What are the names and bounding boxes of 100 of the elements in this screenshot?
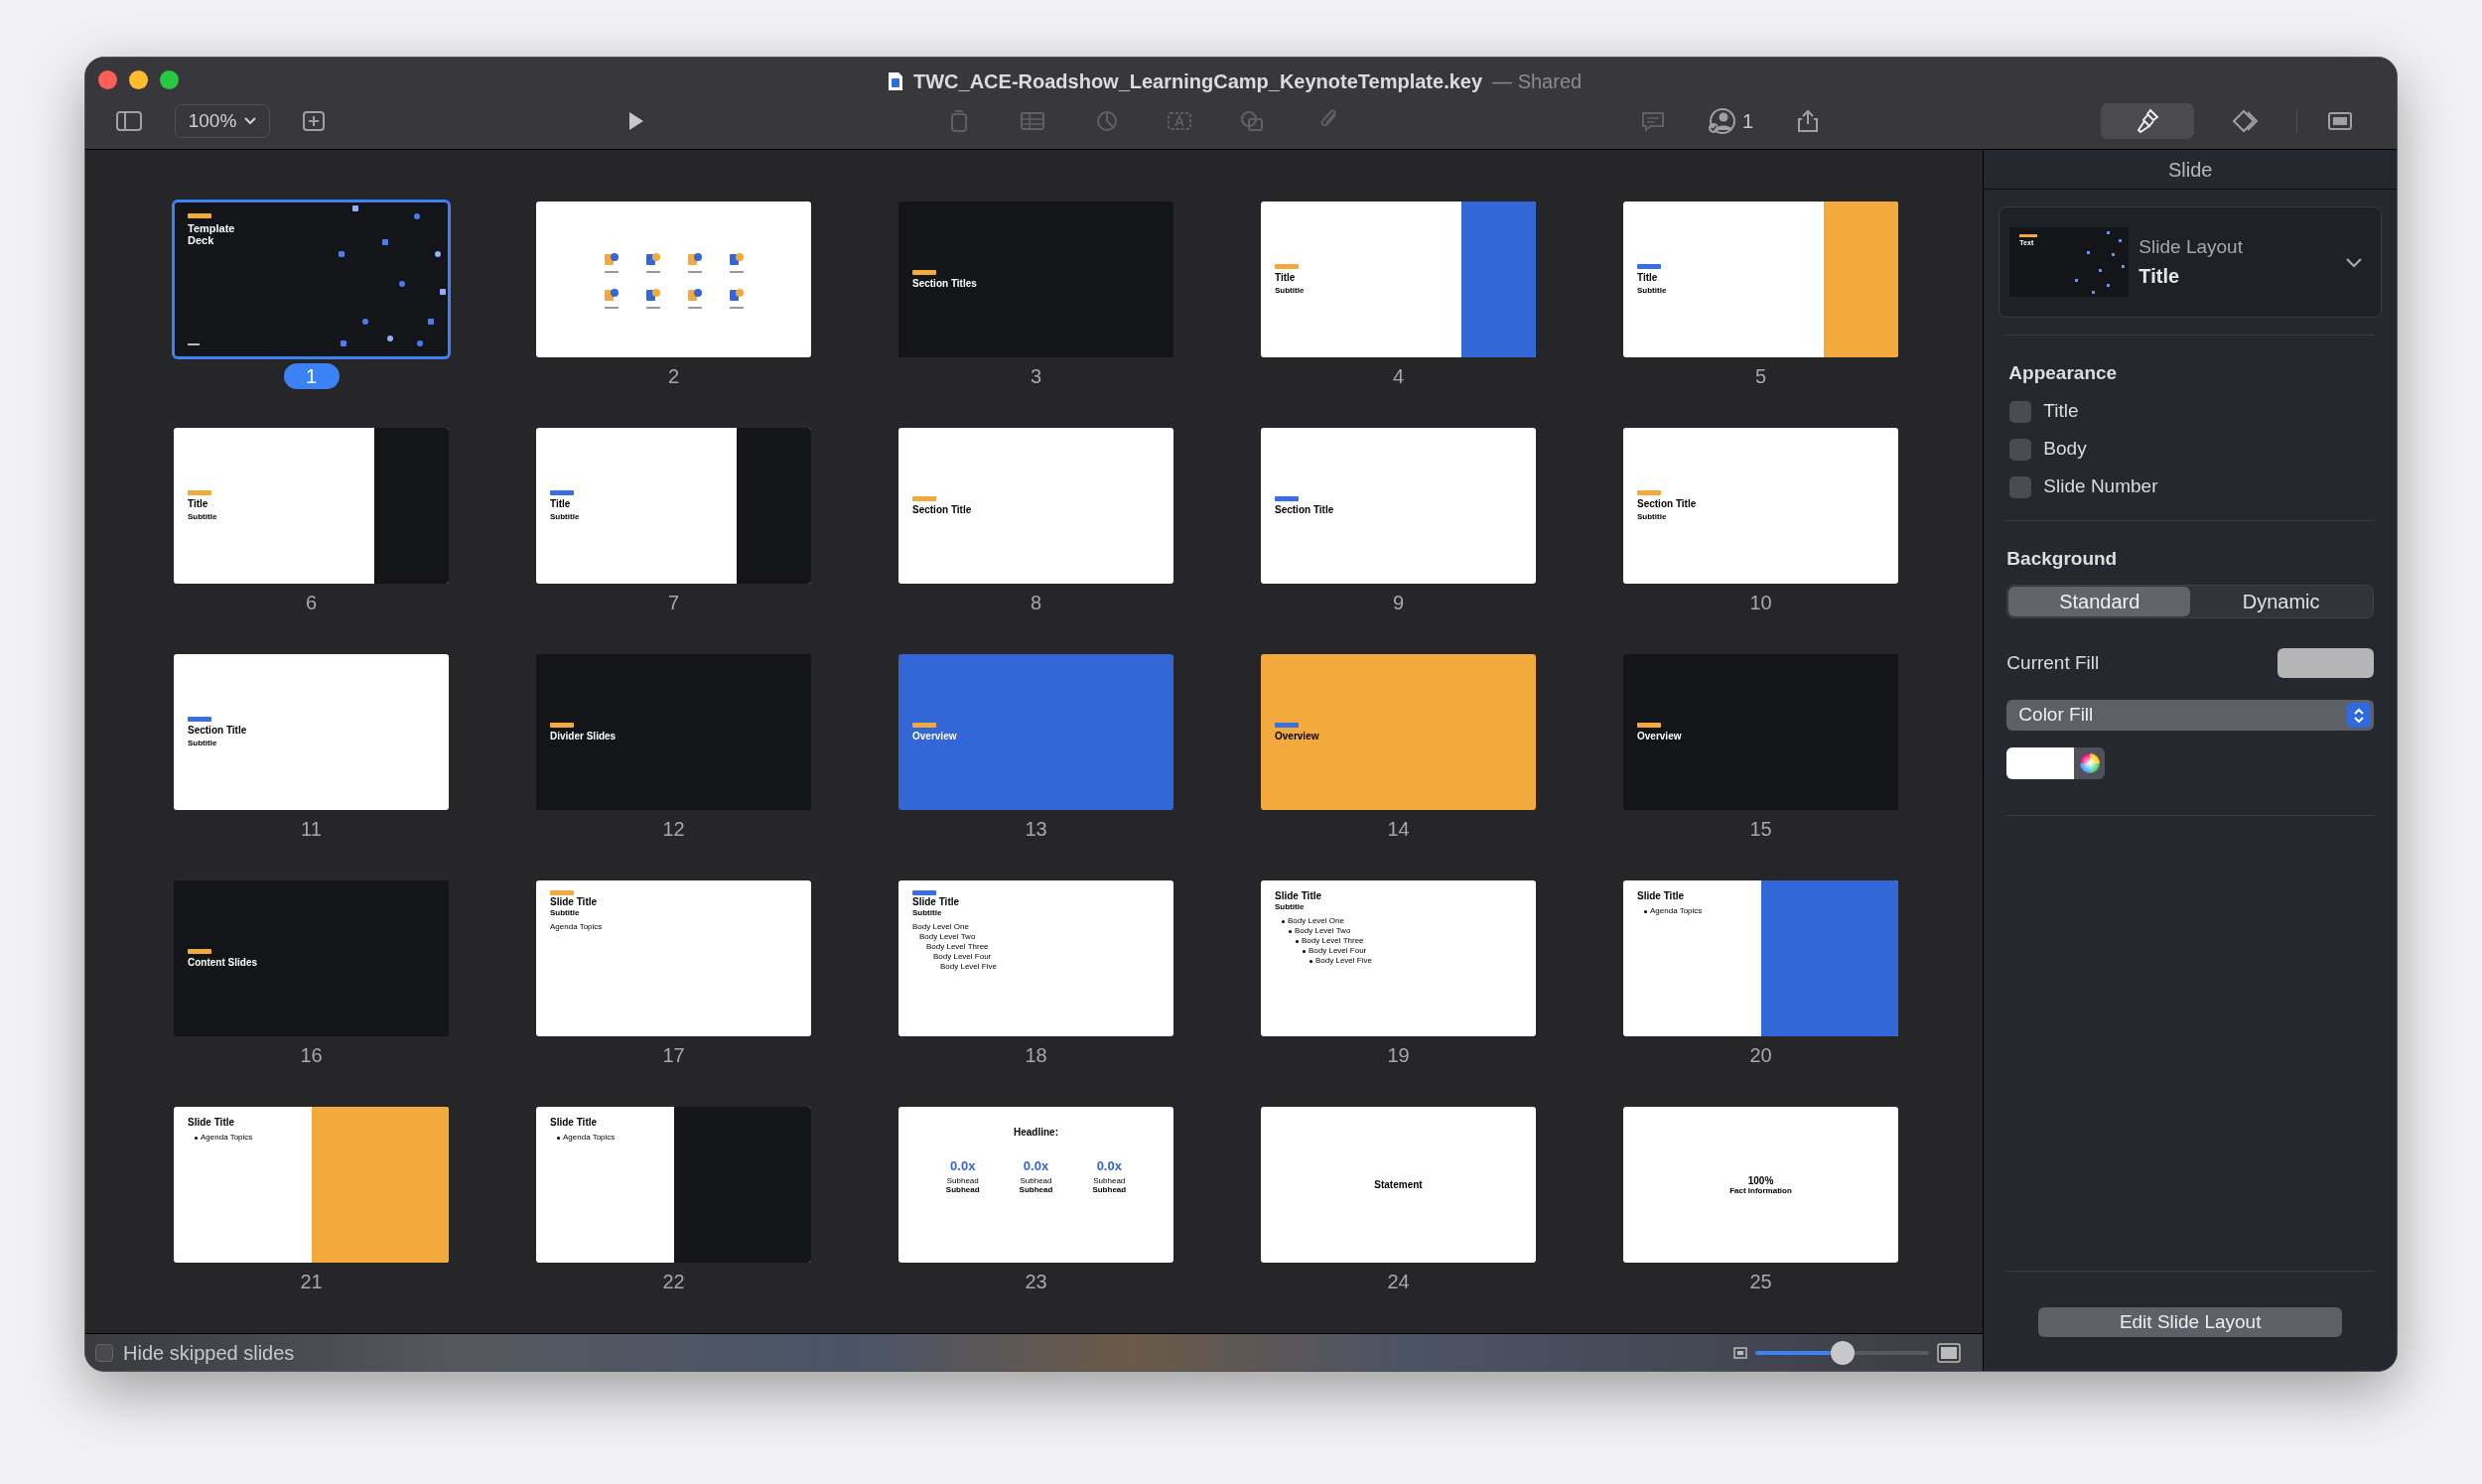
small-thumbnail-icon: [1733, 1346, 1748, 1359]
slide-title: Title: [1275, 272, 1297, 283]
slide-title: Template Deck: [188, 222, 236, 246]
hide-skipped-checkbox[interactable]: Hide skipped slides: [95, 1337, 295, 1368]
slide-title: Content Slides: [188, 957, 258, 968]
slide-thumbnail[interactable]: Section Title Subtitle: [174, 654, 449, 810]
slide-thumbnail[interactable]: Headline: 0.0x Subhead Subhead 0.0x Subhead Subhead 0.0x Subhead Subhead: [898, 1107, 1173, 1263]
slide-title: Headline:: [1014, 1126, 1058, 1140]
illustration-icon: [686, 250, 703, 267]
slide-thumbnail[interactable]: Overview: [1623, 654, 1898, 810]
slide-thumbnail[interactable]: Title Subtitle: [1261, 202, 1536, 357]
slide-thumbnail[interactable]: Section Title: [898, 428, 1173, 584]
slide-subtitle: Subtitle: [188, 739, 218, 747]
animate-diamond-icon[interactable]: [2230, 109, 2260, 133]
slide-thumbnail[interactable]: [536, 202, 811, 357]
bullet-text: Body Level Five: [1315, 956, 1372, 966]
current-fill-swatch[interactable]: [2277, 648, 2374, 678]
caption-line: [604, 270, 619, 273]
slide-number: 23: [1025, 1270, 1047, 1294]
size-slider-thumb[interactable]: [1830, 1340, 1855, 1365]
segment-button[interactable]: Dynamic: [2190, 587, 2372, 616]
caption-line: [604, 306, 619, 309]
slide-thumbnail[interactable]: Title Subtitle: [174, 428, 449, 584]
bullet-text: Agenda Topics: [550, 922, 603, 932]
checkbox[interactable]: Slide Number: [2009, 472, 2371, 501]
slide-subtitle: Subtitle: [1637, 512, 1668, 521]
slide-thumbnail[interactable]: Divider Slides: [536, 654, 811, 810]
illustration-icon: [686, 286, 703, 303]
checkbox[interactable]: Body: [2009, 435, 2371, 464]
add-slide-icon[interactable]: [300, 109, 328, 133]
zoom-button[interactable]: [160, 69, 179, 89]
field-label: Current Fill: [2006, 650, 2100, 675]
slide-title: Section Titles: [912, 278, 978, 289]
slide-title: Slide Title: [912, 896, 961, 907]
bullet-text: Agenda Topics: [1650, 906, 1703, 916]
slide-thumbnail[interactable]: Slide Title Subtitle Agenda Topics: [536, 880, 811, 1036]
minimize-button[interactable]: [129, 69, 148, 89]
caption-line: [687, 306, 702, 309]
zoom-menu[interactable]: 100%: [175, 104, 270, 138]
slide-thumbnail[interactable]: 100% Fact Information: [1623, 1107, 1898, 1263]
slide-thumbnail[interactable]: Section Title: [1261, 428, 1536, 584]
slide-thumbnail[interactable]: Slide Title Agenda Topics: [1623, 880, 1898, 1036]
slide-title: Title: [188, 498, 209, 509]
format-button[interactable]: [2101, 103, 2194, 139]
edit-slide-layout-button[interactable]: Edit Slide Layout: [2038, 1307, 2343, 1337]
slide-number: 24: [1387, 1270, 1410, 1294]
chevron-down-icon: [2345, 256, 2363, 268]
slide-title: Slide Title: [1275, 890, 1323, 901]
illustration-icon: [728, 286, 745, 303]
slide-thumbnail[interactable]: Title Subtitle: [536, 428, 811, 584]
slide-subtitle: Subtitle: [1275, 286, 1306, 295]
slide-thumbnail[interactable]: Statement: [1261, 1107, 1536, 1263]
slide-number: 4: [1392, 364, 1405, 389]
stepper-icon: [2353, 706, 2365, 725]
slide-number: 12: [662, 817, 685, 842]
caption-line: [729, 306, 744, 309]
stat-label: Subhead: [946, 1176, 979, 1185]
people-icon: [1707, 107, 1736, 135]
inspector-tab[interactable]: Slide: [2167, 154, 2213, 185]
slide-thumbnail[interactable]: Slide Title Agenda Topics: [536, 1107, 811, 1263]
slide-thumbnail[interactable]: Slide Title Agenda Topics: [174, 1107, 449, 1263]
color-well[interactable]: [2006, 747, 2106, 779]
collaborate-button[interactable]: 1: [1707, 105, 1754, 137]
stat-value: 0.0x: [950, 1159, 976, 1173]
paintbrush-icon: [2136, 108, 2159, 134]
slide-thumbnail[interactable]: Slide Title Subtitle Body Level One Body Level Two Body Level Three Body Level Four Body Level Five: [898, 880, 1173, 1036]
section-heading: Appearance: [2008, 361, 2119, 385]
document-icon: [888, 71, 903, 91]
slide-number: 7: [667, 591, 680, 615]
slide-thumbnail[interactable]: Section Title Subtitle: [1623, 428, 1898, 584]
slide-number: 14: [1387, 817, 1410, 842]
slide-number: 18: [1025, 1043, 1047, 1068]
slide-title: Overview: [1637, 731, 1683, 742]
slide-title: Overview: [912, 731, 958, 742]
slide-thumbnail[interactable]: Slide Title Subtitle Body Level One Body Level Two Body Level Three Body Level Four Body Level Five: [1261, 880, 1536, 1036]
slide-thumbnail[interactable]: Title Subtitle: [1623, 202, 1898, 357]
segment-button[interactable]: Standard: [2008, 587, 2191, 616]
tag-marker: [2019, 234, 2038, 237]
bullet-text: Body Level Two: [919, 932, 976, 942]
fill-type-menu[interactable]: Color Fill: [2006, 700, 2374, 731]
slide-number: 21: [300, 1270, 323, 1294]
checkbox[interactable]: Title: [2009, 397, 2371, 426]
slide-thumbnail[interactable]: Overview: [1261, 654, 1536, 810]
slide-number: 5: [1754, 364, 1767, 389]
slide-subtitle: Subtitle: [912, 908, 943, 917]
slide-subtitle: Subtitle: [550, 908, 581, 917]
slide-thumbnail[interactable]: Content Slides: [174, 880, 449, 1036]
sidebar-toggle-icon[interactable]: [115, 109, 143, 133]
illustration-icon: [603, 286, 620, 303]
stat-label: Subhead: [1093, 1176, 1126, 1185]
stat-label: Subhead: [1019, 1185, 1053, 1194]
document-view-icon[interactable]: [2326, 109, 2354, 133]
bullet-text: Body Level One: [1288, 916, 1344, 926]
section-heading: Background: [2006, 546, 2119, 571]
slide-thumbnail[interactable]: Section Titles: [898, 202, 1173, 357]
close-button[interactable]: [98, 69, 117, 89]
slide-subtitle: Subtitle: [1637, 286, 1668, 295]
slide-thumbnail[interactable]: Overview: [898, 654, 1173, 810]
caption-line: [687, 270, 702, 273]
slide-thumbnail[interactable]: Template Deck: [174, 202, 449, 357]
